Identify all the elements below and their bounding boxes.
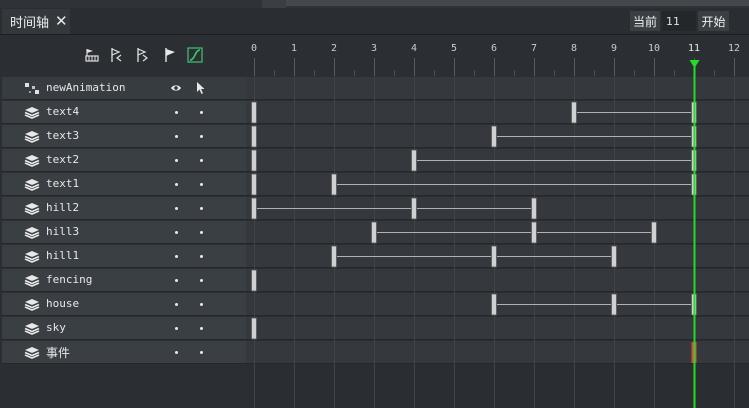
- keyframe-marker: [251, 149, 257, 172]
- keyframe-marker: [611, 245, 617, 268]
- keyframe-marker: [491, 245, 497, 268]
- keyframe-marker: [411, 197, 417, 220]
- keyframe-marker: [611, 293, 617, 316]
- keyframe-marker: [371, 221, 377, 244]
- keyframe-marker: [491, 125, 497, 148]
- keyframe-marker: [491, 293, 497, 316]
- keyframe-marker: [571, 101, 577, 124]
- keyframe-marker: [251, 197, 257, 220]
- keyframe-marker: [251, 101, 257, 124]
- keyframe-marker: [411, 149, 417, 172]
- keyframe-marker: [331, 173, 337, 196]
- keyframe-marker: [251, 317, 257, 340]
- keyframe-marker: [251, 269, 257, 292]
- keyframe-marker: [251, 173, 257, 196]
- keyframe-marker: [531, 197, 537, 220]
- timeline-overlay: [251, 58, 735, 408]
- keyframe-marker: [331, 245, 337, 268]
- playhead-handle: [689, 60, 700, 68]
- keyframe-marker: [651, 221, 657, 244]
- keyframe-marker: [251, 125, 257, 148]
- keyframe-marker: [531, 221, 537, 244]
